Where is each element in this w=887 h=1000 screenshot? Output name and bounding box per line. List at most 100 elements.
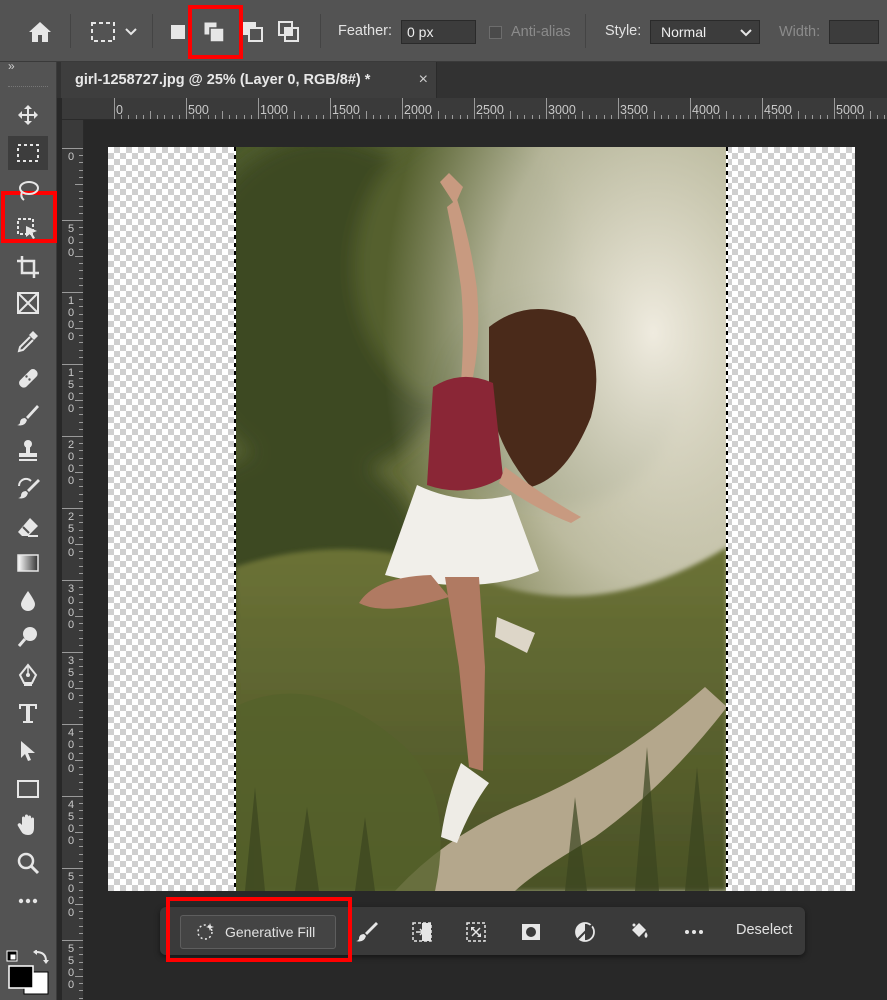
- adjustment-layer-button[interactable]: [572, 919, 598, 945]
- panel-grip[interactable]: [8, 86, 48, 88]
- hand-tool[interactable]: [8, 808, 48, 842]
- ruler-minor-tick: [75, 328, 83, 329]
- ruler-minor-tick: [79, 673, 83, 675]
- rectangle-tool[interactable]: [8, 772, 48, 806]
- ruler-minor-tick: [79, 896, 83, 898]
- ruler-label: 2500: [67, 511, 75, 559]
- ruler-minor-tick: [79, 839, 83, 841]
- crop-icon: [17, 256, 39, 278]
- canvas-area[interactable]: [84, 120, 887, 1000]
- gradient-tool[interactable]: [8, 546, 48, 580]
- ruler-minor-tick: [682, 115, 684, 119]
- blur-tool[interactable]: [8, 584, 48, 618]
- ruler-minor-tick: [79, 824, 83, 826]
- zoom-tool[interactable]: [8, 846, 48, 880]
- ruler-minor-tick: [79, 342, 83, 344]
- ruler-minor-tick: [75, 688, 83, 689]
- clone-stamp-tool[interactable]: [8, 434, 48, 468]
- ruler-tick: [62, 580, 83, 581]
- ruler-minor-tick: [79, 450, 83, 452]
- ruler-minor-tick: [79, 666, 83, 668]
- deselect-button[interactable]: Deselect: [736, 922, 792, 938]
- ruler-minor-tick: [79, 155, 83, 157]
- ruler-minor-tick: [135, 115, 137, 119]
- foreground-background-colors[interactable]: [6, 950, 52, 996]
- type-tool[interactable]: [8, 696, 48, 730]
- subtract-from-selection-button[interactable]: [238, 18, 268, 46]
- frame-tool[interactable]: [8, 286, 48, 320]
- create-mask-button[interactable]: [518, 919, 544, 945]
- ruler-minor-tick: [79, 421, 83, 423]
- history-brush-tool[interactable]: [8, 472, 48, 506]
- ruler-minor-tick: [387, 115, 389, 119]
- ruler-minor-tick: [79, 767, 83, 769]
- edit-toolbar-button[interactable]: [8, 884, 48, 918]
- ruler-tick: [330, 98, 331, 119]
- generative-fill-button[interactable]: Generative Fill: [180, 915, 336, 949]
- invert-selection-button[interactable]: [409, 919, 435, 945]
- ruler-minor-tick: [79, 659, 83, 661]
- more-icon: [18, 898, 38, 904]
- width-input[interactable]: [829, 20, 879, 44]
- more-options-button[interactable]: [681, 919, 707, 945]
- tool-preset-picker[interactable]: [86, 17, 142, 47]
- brush-tool[interactable]: [8, 398, 48, 432]
- ruler-label: 1000: [67, 295, 75, 343]
- eyedropper-tool[interactable]: [8, 324, 48, 358]
- ruler-minor-tick: [75, 256, 83, 257]
- object-selection-icon: [17, 218, 37, 239]
- crop-tool[interactable]: [8, 250, 48, 284]
- ruler-minor-tick: [229, 115, 231, 119]
- ruler-minor-tick: [79, 299, 83, 301]
- ruler-minor-tick: [79, 522, 83, 524]
- lasso-tool[interactable]: [8, 174, 48, 208]
- style-select[interactable]: Normal: [650, 20, 760, 44]
- anti-alias-checkbox[interactable]: [489, 26, 502, 39]
- ruler-tick: [62, 148, 83, 149]
- ruler-minor-tick: [79, 277, 83, 279]
- new-selection-button[interactable]: [163, 18, 193, 46]
- ruler-minor-tick: [79, 378, 83, 380]
- ruler-minor-tick: [79, 623, 83, 625]
- ruler-minor-tick: [726, 111, 727, 119]
- ruler-minor-tick: [79, 558, 83, 560]
- object-selection-tool[interactable]: [8, 212, 48, 246]
- pen-tool[interactable]: [8, 658, 48, 692]
- document-tab[interactable]: girl-1258727.jpg @ 25% (Layer 0, RGB/8#)…: [61, 62, 437, 98]
- add-to-selection-button[interactable]: [199, 18, 229, 46]
- spot-healing-brush-tool[interactable]: [8, 361, 48, 395]
- ruler-minor-tick: [75, 184, 83, 185]
- drop-icon: [21, 591, 35, 611]
- close-icon[interactable]: ×: [419, 71, 428, 89]
- ruler-minor-tick: [826, 115, 828, 119]
- ruler-tick: [402, 98, 403, 119]
- ruler-minor-tick: [366, 111, 367, 119]
- ruler-minor-tick: [79, 788, 83, 790]
- eraser-tool[interactable]: [8, 510, 48, 544]
- ruler-minor-tick: [79, 191, 83, 193]
- intersect-with-selection-button[interactable]: [274, 18, 304, 46]
- ruler-minor-tick: [79, 565, 83, 567]
- ruler-minor-tick: [79, 349, 83, 351]
- ruler-minor-tick: [538, 115, 540, 119]
- rectangular-marquee-tool[interactable]: [8, 136, 48, 170]
- transform-selection-button[interactable]: [463, 919, 489, 945]
- modify-selection-button[interactable]: [354, 919, 380, 945]
- dodge-tool[interactable]: [8, 620, 48, 654]
- fill-selection-button[interactable]: [626, 919, 652, 945]
- ruler-minor-tick: [79, 932, 83, 934]
- ruler-minor-tick: [524, 115, 526, 119]
- feather-input[interactable]: [401, 20, 476, 44]
- zoom-icon: [17, 852, 40, 875]
- home-button[interactable]: [22, 16, 58, 48]
- ruler-minor-tick: [79, 169, 83, 171]
- photo-layer[interactable]: [235, 147, 727, 891]
- collapse-panel-button[interactable]: »: [8, 59, 15, 73]
- horizontal-ruler[interactable]: 0 500 1000 1500 2000 2500 3000 3500 4000 4500 5000: [62, 98, 887, 120]
- path-selection-tool[interactable]: [8, 734, 48, 768]
- ruler-minor-tick: [308, 115, 310, 119]
- vertical-ruler[interactable]: 0 500 1000 1500 2000 2500 3000 3500 4000 4500 5000…: [62, 120, 84, 1000]
- move-tool[interactable]: [8, 98, 48, 132]
- separator: [152, 14, 153, 48]
- document-tab-bar: girl-1258727.jpg @ 25% (Layer 0, RGB/8#)…: [57, 62, 887, 98]
